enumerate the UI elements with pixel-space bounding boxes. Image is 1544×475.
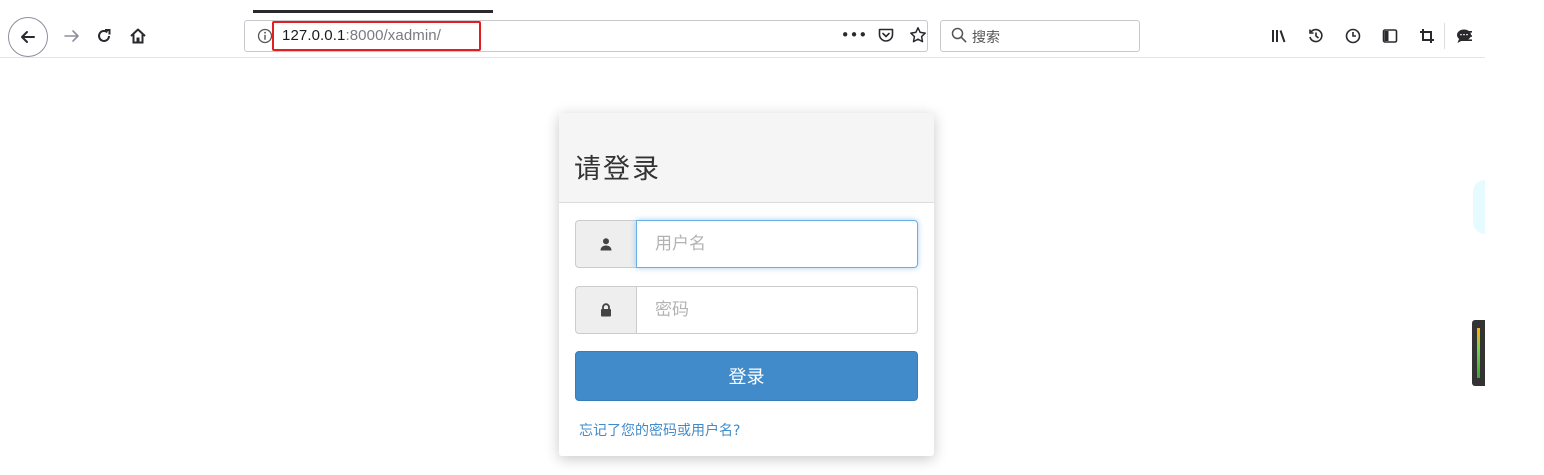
lock-icon bbox=[575, 286, 636, 334]
forgot-password-link[interactable]: 忘记了您的密码或用户名? bbox=[579, 420, 740, 440]
url-path: :8000/xadmin/ bbox=[345, 27, 441, 44]
page-actions: ••• bbox=[841, 24, 929, 46]
hamburger-icon bbox=[1460, 31, 1472, 41]
side-level-meter[interactable] bbox=[1472, 320, 1485, 386]
search-placeholder: 搜索 bbox=[972, 30, 1000, 46]
star-icon bbox=[910, 27, 926, 43]
page-title: 请登录 bbox=[574, 154, 661, 185]
back-button[interactable] bbox=[8, 17, 48, 57]
pocket-icon bbox=[878, 28, 894, 42]
url-host: 127.0.0.1 bbox=[282, 27, 346, 44]
login-button[interactable]: 登录 bbox=[575, 351, 918, 401]
toolbar-separator bbox=[1444, 23, 1445, 49]
reload-button[interactable] bbox=[86, 18, 122, 54]
bookmark-star-button[interactable] bbox=[907, 24, 929, 46]
password-input[interactable] bbox=[636, 286, 918, 334]
user-icon bbox=[575, 220, 636, 268]
forward-button[interactable] bbox=[54, 18, 90, 54]
history-icon[interactable] bbox=[1305, 25, 1327, 47]
username-group bbox=[575, 220, 918, 268]
browser-toolbar: 127.0.0.1:8000/xadmin/ ••• 搜索 bbox=[0, 0, 1485, 58]
arrow-right-icon bbox=[64, 30, 79, 42]
username-input[interactable] bbox=[636, 220, 918, 268]
url-text[interactable]: 127.0.0.1:8000/xadmin/ bbox=[282, 27, 441, 44]
search-icon bbox=[950, 26, 970, 46]
meter-bar bbox=[1477, 328, 1480, 378]
side-floating-bubble[interactable] bbox=[1473, 180, 1485, 234]
active-tab-indicator bbox=[253, 10, 493, 13]
pocket-button[interactable] bbox=[875, 24, 897, 46]
search-bar[interactable] bbox=[940, 20, 1140, 52]
more-actions-button[interactable]: ••• bbox=[841, 24, 868, 46]
menu-button[interactable] bbox=[1455, 25, 1477, 47]
login-panel: 请登录 登录 忘记了您的密码或用户名? bbox=[559, 113, 934, 456]
arrow-left-icon bbox=[21, 31, 35, 43]
sidebar-icon[interactable] bbox=[1379, 25, 1401, 47]
panel-heading: 请登录 bbox=[559, 113, 934, 203]
home-button[interactable] bbox=[120, 18, 156, 54]
clock-icon[interactable] bbox=[1342, 25, 1364, 47]
screenshot-crop-icon[interactable] bbox=[1416, 25, 1438, 47]
password-group bbox=[575, 286, 918, 334]
home-icon bbox=[130, 28, 146, 44]
library-icon[interactable] bbox=[1268, 25, 1290, 47]
reload-icon bbox=[98, 29, 111, 42]
